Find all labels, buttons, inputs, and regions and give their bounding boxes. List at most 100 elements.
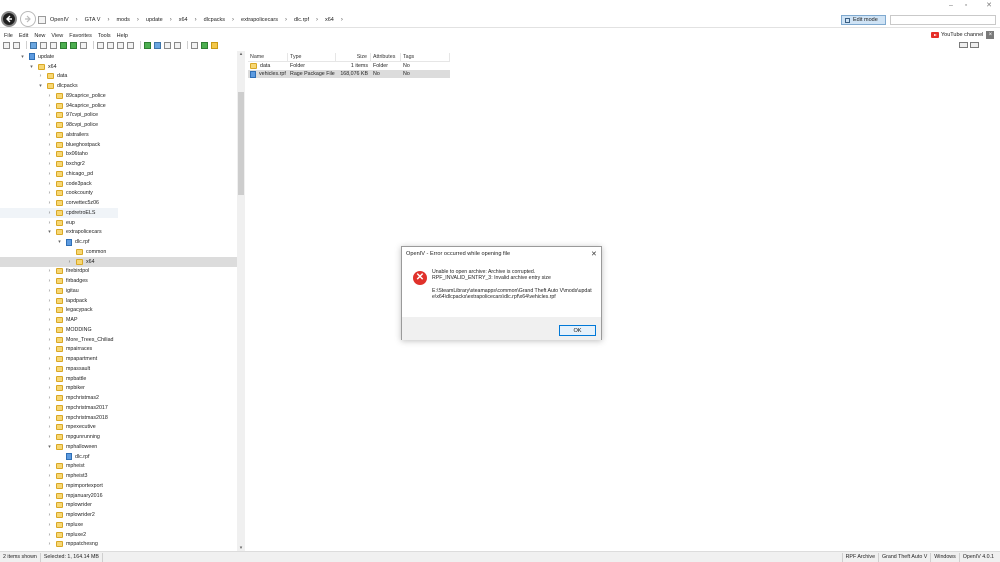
tree-item[interactable]: › mpbiker	[0, 384, 230, 394]
menu-favorites[interactable]: Favorites	[69, 33, 92, 39]
expand-icon[interactable]: ›	[47, 151, 52, 157]
expand-icon[interactable]: ›	[38, 73, 43, 79]
tree-item[interactable]: › mpbattle	[0, 374, 230, 384]
import-icon[interactable]	[60, 41, 67, 49]
tree-item[interactable]: › mpapartment	[0, 354, 230, 364]
properties-icon[interactable]	[97, 41, 104, 49]
expand-icon[interactable]: ›	[47, 502, 52, 508]
tree-item[interactable]: › mpheist	[0, 462, 230, 472]
minimize-icon[interactable]: –	[944, 2, 958, 10]
expand-icon[interactable]: ›	[47, 161, 52, 167]
tree-item[interactable]: ▾ dlcpacks	[0, 81, 230, 91]
tree-item[interactable]: › mplowrider	[0, 501, 230, 511]
tree-scrollbar[interactable]: ▴ ▾	[237, 51, 245, 551]
expand-icon[interactable]: ›	[67, 259, 72, 265]
tree-item[interactable]: › code3pack	[0, 179, 230, 189]
tree-item[interactable]: › x64	[0, 256, 237, 267]
new-folder-icon[interactable]	[13, 41, 20, 49]
breadcrumb-separator-icon[interactable]: ›	[285, 17, 287, 23]
tree-item[interactable]: › mpassault	[0, 364, 230, 374]
tree-item[interactable]: ▾ extrapolicecars	[0, 228, 230, 238]
expand-icon[interactable]: ›	[47, 132, 52, 138]
tree-item[interactable]: › alstrailers	[0, 130, 230, 140]
tree-item[interactable]: › 94caprice_police	[0, 101, 230, 111]
expand-icon[interactable]: ›	[47, 385, 52, 391]
open-icon[interactable]	[30, 41, 37, 49]
breadcrumb-item[interactable]: OpenIV	[50, 17, 69, 23]
tree-item[interactable]: › mpchristmas2017	[0, 403, 230, 413]
expand-icon[interactable]: ›	[47, 541, 52, 547]
expand-icon[interactable]: ›	[47, 346, 52, 352]
close-banner-icon[interactable]: ×	[986, 31, 995, 39]
tree-item[interactable]: ▾ update	[0, 52, 230, 62]
menu-tools[interactable]: Tools	[98, 33, 111, 39]
expand-icon[interactable]: ›	[47, 103, 52, 109]
new-folder-yellow-icon[interactable]	[211, 41, 218, 49]
tree-item[interactable]: ▾ dlc.rpf	[0, 237, 230, 247]
breadcrumb-separator-icon[interactable]: ›	[232, 17, 234, 23]
breadcrumb-item[interactable]: extrapolicecars	[241, 17, 278, 23]
forward-button[interactable]	[20, 11, 36, 27]
tree-item[interactable]: › More_Trees_Chiliad	[0, 335, 230, 345]
ok-button[interactable]: OK	[559, 325, 596, 336]
breadcrumb-separator-icon[interactable]: ›	[76, 17, 78, 23]
tree-item[interactable]: common	[0, 247, 230, 257]
expand-icon[interactable]: ›	[47, 112, 52, 118]
expand-icon[interactable]: ›	[47, 278, 52, 284]
expand-icon[interactable]: ›	[47, 298, 52, 304]
expand-icon[interactable]: ›	[47, 200, 52, 206]
expand-icon[interactable]: ›	[47, 532, 52, 538]
breadcrumb[interactable]: OpenIV › GTA V › mods › update › x64 › dlcpacks › ex…	[38, 14, 838, 25]
tree-item[interactable]: › mpluxe	[0, 520, 230, 530]
breadcrumb-separator-icon[interactable]: ›	[107, 17, 109, 23]
column-size[interactable]: Size	[336, 52, 371, 62]
tree-item[interactable]: › 98cvpi_police	[0, 120, 230, 130]
tree-item[interactable]: › mpgunrunning	[0, 432, 230, 442]
expand-icon[interactable]: ›	[47, 493, 52, 499]
tree-item[interactable]: › chicago_pd	[0, 169, 230, 179]
expand-icon[interactable]: ›	[47, 463, 52, 469]
dialog-close-icon[interactable]: ✕	[591, 250, 597, 258]
expand-icon[interactable]: ›	[47, 415, 52, 421]
tree-item[interactable]: › 97cvpi_police	[0, 111, 230, 121]
collapse-icon[interactable]: ▾	[29, 64, 34, 70]
breadcrumb-separator-icon[interactable]: ›	[316, 17, 318, 23]
tree-item[interactable]: › 89caprice_police	[0, 91, 230, 101]
breadcrumb-item[interactable]: x64	[325, 17, 334, 23]
expand-icon[interactable]: ›	[47, 327, 52, 333]
tree-item[interactable]: › legacypack	[0, 306, 230, 316]
file-row[interactable]: vehicles.rpf Rage Package File 168,076 KB N…	[248, 70, 450, 78]
tree-item[interactable]: › bxchgr2	[0, 159, 230, 169]
tree-item[interactable]: › lapdpack	[0, 296, 230, 306]
collapse-icon[interactable]: ▾	[47, 444, 52, 450]
tree-item[interactable]: › blueghostpack	[0, 140, 230, 150]
breadcrumb-item[interactable]: x64	[179, 17, 188, 23]
tree-item[interactable]: › data	[0, 72, 230, 82]
expand-icon[interactable]: ›	[47, 356, 52, 362]
expand-icon[interactable]: ›	[47, 376, 52, 382]
expand-icon[interactable]: ›	[47, 512, 52, 518]
column-name[interactable]: Name	[248, 52, 288, 62]
expand-icon[interactable]: ›	[47, 522, 52, 528]
breadcrumb-separator-icon[interactable]: ›	[341, 17, 343, 23]
tree-item[interactable]: › cpdretroELS	[0, 208, 118, 218]
expand-icon[interactable]: ›	[47, 424, 52, 430]
expand-icon[interactable]: ›	[47, 434, 52, 440]
delete-icon[interactable]	[127, 41, 134, 49]
expand-icon[interactable]: ›	[47, 210, 52, 216]
expand-icon[interactable]: ›	[47, 473, 52, 479]
expand-icon[interactable]: ›	[47, 307, 52, 313]
tree-item[interactable]: › mplowrider2	[0, 510, 230, 520]
expand-icon[interactable]: ›	[47, 337, 52, 343]
expand-icon[interactable]: ›	[47, 317, 52, 323]
tree-item[interactable]: › firebirdpol	[0, 267, 230, 277]
breadcrumb-item[interactable]: update	[146, 17, 163, 23]
breadcrumb-item[interactable]: GTA V	[85, 17, 101, 23]
breadcrumb-separator-icon[interactable]: ›	[195, 17, 197, 23]
search-icon[interactable]	[191, 41, 198, 49]
back-button[interactable]	[1, 11, 17, 27]
expand-icon[interactable]: ›	[47, 405, 52, 411]
tiles-view-icon[interactable]	[970, 42, 979, 48]
search-input[interactable]	[890, 15, 996, 25]
collapse-icon[interactable]: ▾	[20, 54, 25, 60]
